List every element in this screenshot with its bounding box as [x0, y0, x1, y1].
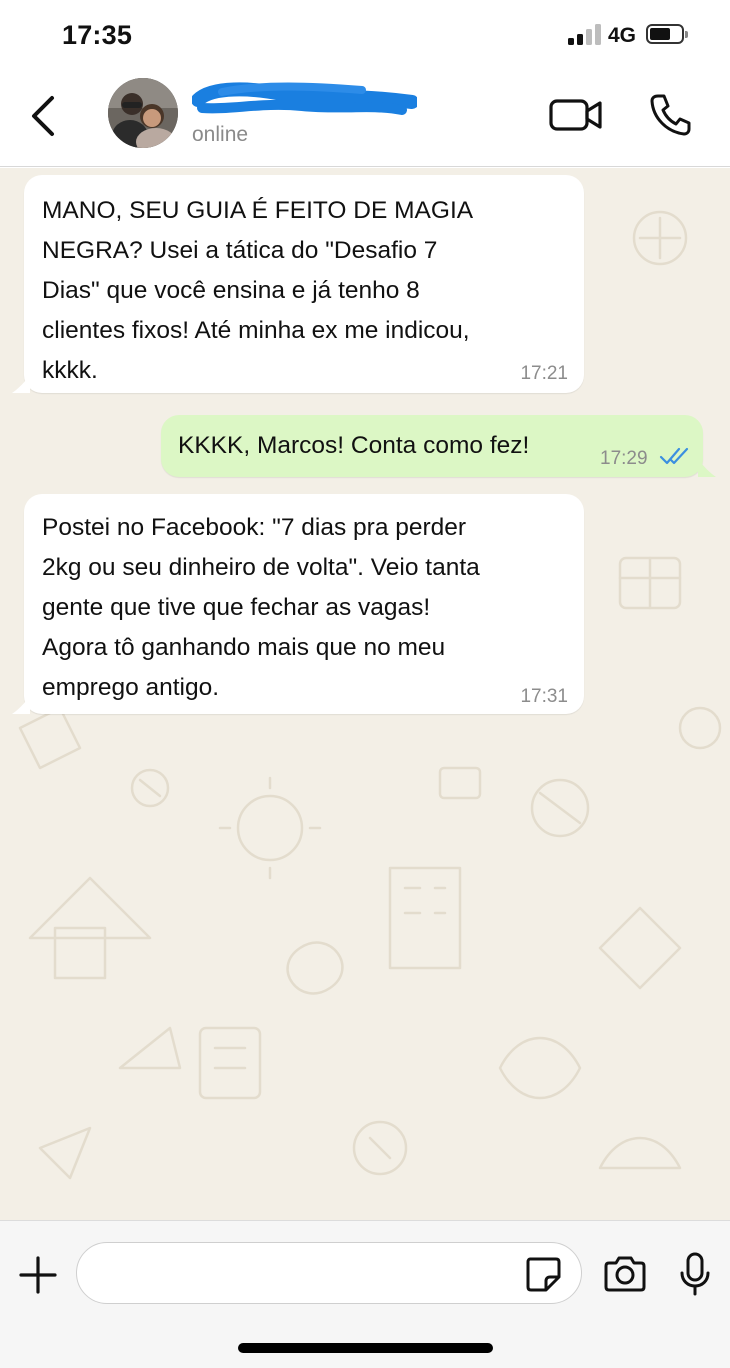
message-bubble-incoming[interactable]: Postei no Facebook: "7 dias pra perder 2… [24, 494, 584, 714]
message-text-line: 2kg ou seu dinheiro de volta". Veio tant… [42, 554, 480, 581]
redaction-scribble [191, 82, 419, 115]
bubble-tail-incoming [12, 696, 30, 714]
battery-icon [646, 24, 688, 44]
double-check-icon [659, 447, 689, 465]
message-input[interactable] [76, 1242, 582, 1304]
message-text-line: Agora tô ganhando mais que no meu [42, 634, 446, 661]
contact-name-redacted[interactable] [191, 80, 419, 118]
status-time: 17:35 [62, 20, 133, 50]
message-text-line: emprego antigo. [42, 674, 220, 701]
message-text-line: gente que tive que fechar as vagas! [42, 594, 431, 621]
avatar[interactable] [108, 78, 178, 148]
camera-button[interactable] [602, 1254, 648, 1294]
message-text-line: clientes fixos! Até minha ex me indicou, [42, 317, 470, 344]
message-text-line: NEGRA? Usei a tática do "Desafio 7 [42, 237, 438, 264]
avatar-photo [108, 78, 178, 148]
network-type: 4G [608, 24, 637, 47]
video-call-button[interactable] [548, 96, 604, 134]
microphone-icon [680, 1252, 710, 1296]
chat-area[interactable]: MANO, SEU GUIA É FEITO DE MAGIA NEGRA? U… [0, 168, 730, 1220]
home-indicator[interactable] [238, 1343, 493, 1353]
message-text-line: Postei no Facebook: "7 dias pra perder [42, 514, 467, 541]
chevron-left-icon [32, 96, 54, 136]
message-bubble-outgoing[interactable]: KKKK, Marcos! Conta como fez! 17:29 [161, 415, 703, 477]
plus-icon [19, 1256, 57, 1294]
back-button[interactable] [24, 94, 64, 138]
microphone-button[interactable] [678, 1251, 712, 1297]
bubble-tail-outgoing [698, 459, 716, 477]
message-timestamp: 17:31 [520, 686, 568, 707]
video-camera-icon [549, 99, 602, 131]
bubble-tail-incoming [12, 375, 30, 393]
sticker-button[interactable] [524, 1255, 562, 1293]
message-text-line: kkkk. [42, 357, 98, 384]
attach-button[interactable] [18, 1255, 58, 1295]
voice-call-button[interactable] [648, 92, 692, 136]
message-timestamp: 17:21 [520, 363, 568, 384]
contact-status: online [192, 123, 249, 146]
chat-header: online [0, 70, 730, 167]
sticker-icon [526, 1257, 561, 1292]
phone-icon [650, 94, 691, 136]
status-bar: 17:35 4G [0, 0, 730, 70]
message-timestamp: 17:29 [600, 448, 648, 469]
signal-bars-icon [568, 23, 602, 45]
camera-icon [604, 1256, 646, 1292]
message-text-line: MANO, SEU GUIA É FEITO DE MAGIA [42, 197, 474, 224]
message-text-line: Dias" que você ensina e já tenho 8 [42, 277, 420, 304]
message-bubble-incoming[interactable]: MANO, SEU GUIA É FEITO DE MAGIA NEGRA? U… [24, 175, 584, 393]
